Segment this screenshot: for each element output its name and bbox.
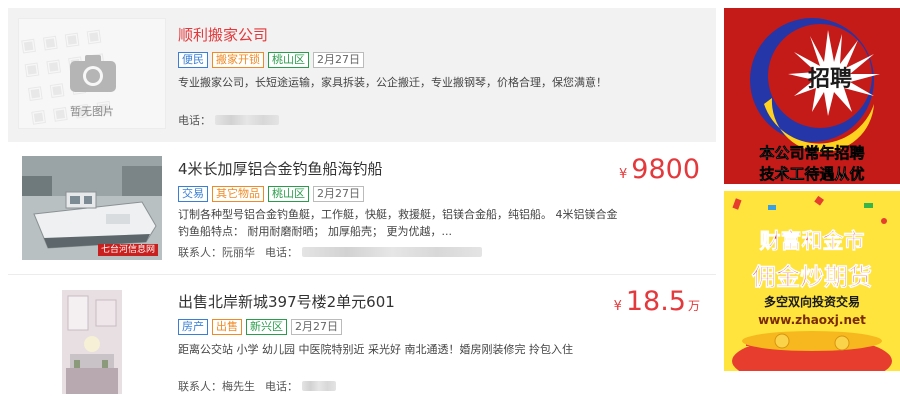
date-tag: 2月27日 [291, 319, 342, 335]
listing-contact: 电话： [178, 112, 279, 128]
listing-tags: 房产 出售 新兴区 2月27日 [178, 319, 342, 335]
price-value: 9800 [631, 154, 700, 185]
listing-title[interactable]: 顺利搬家公司 [178, 24, 268, 45]
ad2-url[interactable]: www.zhaoxj.net [724, 313, 900, 327]
no-image-caption: 暂无图片 [70, 105, 114, 118]
listing-thumbnail-apartment[interactable] [62, 290, 122, 394]
phone-number-obscured [215, 115, 279, 125]
phone-label: 电话： [265, 380, 298, 393]
listing-tags: 交易 其它物品 桃山区 2月27日 [178, 186, 364, 202]
listing-item[interactable]: ▣ ▣ ▣ ▣ ▣ ▣ ▣ ▣ ▣ ▣ ▣ ▣ ▣ ▣ ▣ ▣ 暂无图片 顺利搬家公司… [8, 8, 716, 142]
price-currency: ¥ [619, 167, 628, 182]
contact-label: 联系人： [178, 380, 222, 393]
price-unit: 万 [687, 299, 700, 313]
category-tag[interactable]: 交易 [178, 186, 208, 202]
subcategory-tag[interactable]: 其它物品 [212, 186, 264, 202]
ad2-line2: 佣金炒期货 [752, 263, 873, 292]
listing-list: ▣ ▣ ▣ ▣ ▣ ▣ ▣ ▣ ▣ ▣ ▣ ▣ ▣ ▣ ▣ ▣ 暂无图片 顺利搬家公司… [0, 0, 716, 402]
ad2-line3: 多空双向投资交易 [763, 295, 860, 309]
district-tag[interactable]: 新兴区 [246, 319, 287, 335]
listing-thumbnail-boat[interactable]: 七台河信息网 [22, 156, 162, 260]
watermark-logo: 七台河信息网 [97, 244, 158, 256]
listing-contact: 联系人： 梅先生 电话： [178, 378, 336, 394]
contact-name: 阮丽华 [222, 246, 255, 259]
category-tag[interactable]: 便民 [178, 52, 208, 68]
ad1-line1: 本公司常年招聘 [759, 144, 865, 163]
subcategory-tag[interactable]: 出售 [212, 319, 242, 335]
listing-title[interactable]: 4米长加厚铝合金钓鱼船海钓船 [178, 158, 383, 179]
listing-thumbnail-placeholder[interactable]: ▣ ▣ ▣ ▣ ▣ ▣ ▣ ▣ ▣ ▣ ▣ ▣ ▣ ▣ ▣ ▣ 暂无图片 [18, 18, 166, 129]
date-tag: 2月27日 [313, 186, 364, 202]
district-tag[interactable]: 桃山区 [268, 186, 309, 202]
ad-banner-recruitment[interactable]: 招聘 本公司常年招聘 技术工待遇从优 [724, 8, 900, 184]
listing-description: 专业搬家公司，长短途运输，家具拆装，公企搬迁，专业搬钢琴，价格合理，保您满意！ [178, 76, 607, 89]
ad1-line2: 技术工待遇从优 [759, 165, 865, 184]
category-tag[interactable]: 房产 [178, 319, 208, 335]
price-currency: ¥ [613, 299, 622, 314]
listing-description: 距离公交站 小学 幼儿园 中医院特别近 采光好 南北通透！婚房刚装修完 拎包入住 [178, 343, 573, 356]
ad2-line1: 财富和金市 [759, 229, 865, 254]
apartment-photo [62, 290, 122, 394]
price-value: 18.5 [625, 286, 686, 317]
date-tag: 2月27日 [313, 52, 364, 68]
camera-icon [70, 55, 116, 92]
contact-name: 梅先生 [222, 380, 255, 393]
contact-label: 联系人： [178, 246, 222, 259]
phone-number-obscured [302, 381, 336, 391]
listing-contact: 联系人： 阮丽华 电话： [178, 244, 482, 260]
recruitment-logo-text: 招聘 [808, 66, 852, 92]
listing-item[interactable]: 出售北岸新城397号楼2单元601 房产 出售 新兴区 2月27日 距离公交站 … [8, 274, 716, 402]
subcategory-tag[interactable]: 搬家开锁 [212, 52, 264, 68]
listing-tags: 便民 搬家开锁 桃山区 2月27日 [178, 52, 364, 68]
ad-banner-futures[interactable]: 财富和金市 佣金炒期货 多空双向投资交易 www.zhaoxj.net [724, 191, 900, 371]
district-tag[interactable]: 桃山区 [268, 52, 309, 68]
phone-label: 电话： [178, 114, 211, 127]
listing-title[interactable]: 出售北岸新城397号楼2单元601 [178, 291, 395, 312]
listing-item[interactable]: 七台河信息网 4米长加厚铝合金钓鱼船海钓船 交易 其它物品 桃山区 2月27日 … [8, 142, 716, 274]
phone-number-obscured [302, 247, 482, 257]
listing-price: ¥ 18.5 万 [614, 286, 700, 317]
listing-price: ¥ 9800 [619, 154, 700, 185]
listing-description: 订制各种型号铝合金钓鱼艇，工作艇，快艇，救援艇，铝镁合金船，纯铝船。 4米铝镁合… [178, 208, 618, 238]
phone-label: 电话： [265, 246, 298, 259]
